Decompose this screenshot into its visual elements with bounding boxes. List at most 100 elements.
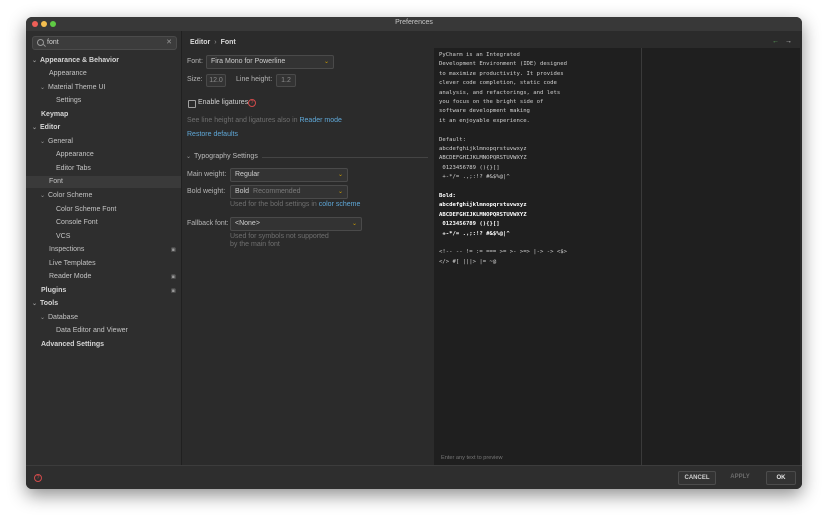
preview-line: Bold: — [439, 193, 456, 199]
title-bar: Preferences — [26, 17, 802, 31]
breadcrumb-parent[interactable]: Editor — [190, 39, 210, 46]
font-select[interactable]: Fira Mono for Powerline ⌄ — [206, 55, 334, 69]
project-settings-icon: ▣ — [171, 247, 176, 253]
tree-item-appearance-behavior[interactable]: ⌄ Appearance & Behavior — [32, 55, 119, 67]
chevron-down-icon: ⌄ — [351, 221, 357, 227]
history-navigation: ← → — [772, 38, 792, 45]
chevron-down-icon: ⌄ — [186, 154, 192, 160]
preview-line: ABCDEFGHIJKLMNOPQRSTUVWXYZ — [439, 211, 527, 218]
tree-item-material-theme-ui[interactable]: ⌄ Material Theme UI — [40, 82, 105, 94]
chevron-down-icon: ⌄ — [323, 59, 329, 65]
search-value: font — [47, 39, 59, 46]
main-weight-label: Main weight: — [187, 171, 227, 178]
fallback-font-label: Fallback font: — [187, 220, 229, 227]
search-icon — [37, 39, 44, 46]
breadcrumb: Editor › Font — [190, 39, 236, 46]
reader-mode-link[interactable]: Reader mode — [299, 117, 341, 124]
preview-line: Default: — [439, 136, 466, 143]
help-icon[interactable]: ? — [34, 474, 42, 482]
breadcrumb-current: Font — [220, 39, 236, 46]
fallback-font-select[interactable]: <None> ⌄ — [230, 217, 362, 231]
preview-line: <!-- -- != := === >= >- >=> |-> -> <$> — [439, 249, 567, 256]
preview-line: PyCharm is an Integrated — [439, 52, 520, 58]
preview-line: abcdefghijklmnopqrstuvwxyz — [439, 146, 527, 152]
preview-line: analysis, and refactorings, and lets — [439, 89, 561, 96]
section-divider — [262, 157, 428, 158]
tree-item-color-scheme[interactable]: ⌄ Color Scheme — [40, 190, 92, 202]
ok-button[interactable]: OK — [766, 471, 796, 485]
main-weight-select[interactable]: Regular ⌄ — [230, 168, 348, 182]
forward-arrow-icon[interactable]: → — [785, 38, 792, 45]
preview-line: clever code completion, static code — [439, 80, 557, 87]
tree-item-keymap[interactable]: Keymap — [41, 109, 68, 121]
ligatures-label[interactable]: Enable ligatures — [198, 99, 248, 106]
preview-line: +-*/= .,;:!? #&$%@|^ — [439, 230, 510, 237]
chevron-down-icon[interactable]: ⌄ — [32, 122, 40, 134]
tree-item-appearance[interactable]: Appearance — [49, 68, 87, 80]
bold-weight-label: Bold weight: — [187, 188, 226, 195]
chevron-down-icon[interactable]: ⌄ — [40, 190, 48, 202]
right-margin-guide — [641, 48, 642, 465]
tree-item-color-scheme-font[interactable]: Color Scheme Font — [56, 204, 116, 216]
typography-settings-header[interactable]: ⌄ Typography Settings — [186, 153, 258, 160]
back-arrow-icon[interactable]: ← — [772, 38, 779, 45]
tree-item-live-templates[interactable]: Live Templates — [49, 258, 96, 270]
tree-item-editor[interactable]: ⌄ Editor — [32, 122, 60, 134]
preview-line: 0123456789 (){}[] — [439, 221, 500, 228]
chevron-down-icon[interactable]: ⌄ — [32, 55, 40, 67]
preferences-window: Preferences font ✕ ⌄ Appearance & Behavio… — [26, 17, 802, 489]
line-height-input[interactable]: 1.2 — [276, 74, 296, 87]
chevron-down-icon: ⌄ — [337, 189, 343, 195]
tree-item-general[interactable]: ⌄ General — [40, 136, 73, 148]
tree-item-font[interactable]: Font — [26, 176, 181, 188]
dialog-button-bar: ? CANCEL APPLY OK — [26, 465, 802, 489]
preview-placeholder: Enter any text to preview — [441, 455, 503, 461]
color-scheme-link[interactable]: color scheme — [319, 201, 361, 208]
tree-item-vcs[interactable]: VCS — [56, 231, 70, 243]
tree-item-data-editor-viewer[interactable]: Data Editor and Viewer — [56, 325, 128, 337]
preview-line: 0123456789 (){}[] — [439, 164, 500, 171]
settings-sidebar: font ✕ ⌄ Appearance & Behavior Appearance… — [26, 31, 182, 465]
font-settings-panel: Editor › Font ← → Font: Fira Mono for Power… — [182, 31, 802, 465]
tree-item-console-font[interactable]: Console Font — [56, 217, 98, 229]
fallback-hint-line-1: Used for symbols not supported — [230, 233, 329, 240]
clear-search-icon[interactable]: ✕ — [166, 38, 172, 46]
project-settings-icon: ▣ — [171, 288, 176, 294]
preview-line: Development Environment (IDE) designed — [439, 61, 567, 68]
font-preview-area[interactable]: PyCharm is an Integrated Development Envi… — [434, 48, 800, 465]
tree-item-database[interactable]: ⌄ Database — [40, 312, 78, 324]
tree-item-advanced-settings[interactable]: Advanced Settings — [41, 339, 104, 351]
help-icon[interactable]: ? — [248, 99, 256, 107]
preview-line: </> #[ |||> |= ~@ — [439, 258, 497, 265]
tree-item-inspections[interactable]: Inspections — [49, 244, 84, 256]
tree-item-tools[interactable]: ⌄ Tools — [32, 298, 58, 310]
tree-item-reader-mode[interactable]: Reader Mode — [49, 271, 91, 283]
size-label: Size: — [187, 76, 203, 83]
tree-item-plugins[interactable]: Plugins — [41, 285, 66, 297]
preview-line: to maximize productivity. It provides — [439, 70, 564, 77]
font-label: Font: — [187, 58, 203, 65]
project-settings-icon: ▣ — [171, 274, 176, 280]
preview-line: you focus on the bright side of — [439, 99, 544, 105]
size-input[interactable]: 12.0 — [206, 74, 226, 87]
apply-button[interactable]: APPLY — [722, 471, 758, 483]
preview-line: +-*/= .,;:!? #&$%@|^ — [439, 174, 510, 181]
chevron-down-icon[interactable]: ⌄ — [40, 312, 48, 324]
chevron-down-icon[interactable]: ⌄ — [40, 82, 48, 94]
chevron-down-icon[interactable]: ⌄ — [40, 136, 48, 148]
breadcrumb-separator-icon: › — [214, 39, 217, 46]
preview-line: abcdefghijklmnopqrstuvwxyz — [439, 202, 527, 209]
window-title: Preferences — [395, 19, 433, 26]
search-input[interactable]: font ✕ — [32, 36, 177, 50]
restore-defaults-link[interactable]: Restore defaults — [187, 131, 238, 138]
tree-item-settings[interactable]: Settings — [56, 95, 81, 107]
chevron-down-icon[interactable]: ⌄ — [32, 298, 40, 310]
cancel-button[interactable]: CANCEL — [678, 471, 716, 485]
reader-mode-hint: See line height and ligatures also in Re… — [187, 117, 342, 124]
tree-item-editor-tabs[interactable]: Editor Tabs — [56, 163, 91, 175]
bold-weight-hint: Used for the bold settings in color sche… — [230, 201, 361, 208]
tree-item-editor-appearance[interactable]: Appearance — [56, 149, 94, 161]
ligatures-checkbox[interactable] — [188, 100, 196, 108]
fallback-hint-line-2: by the main font — [230, 241, 280, 248]
bold-weight-select[interactable]: Bold Recommended ⌄ — [230, 185, 348, 199]
